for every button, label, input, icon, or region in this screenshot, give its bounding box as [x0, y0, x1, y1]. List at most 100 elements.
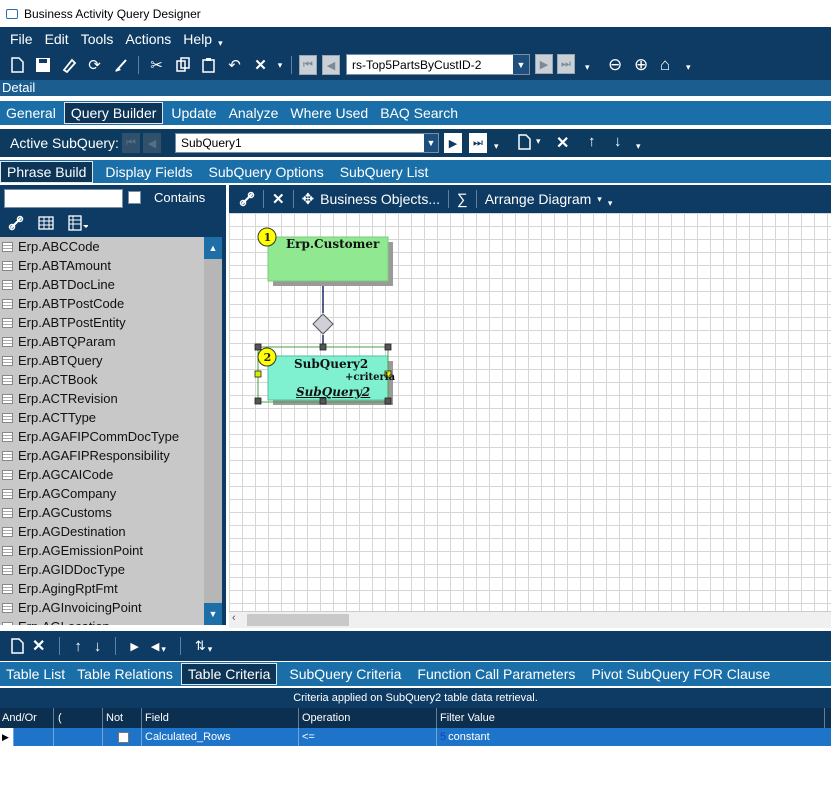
col-paren[interactable]: ( [54, 708, 103, 728]
list-item[interactable]: Erp.ABTQuery [0, 351, 204, 370]
home-icon[interactable]: ⌂ [660, 55, 670, 75]
tab-display-fields[interactable]: Display Fields [99, 160, 198, 184]
query-diagram-canvas[interactable]: 1 Erp.Customer 2 SubQuery2 +criteria Sub… [229, 213, 831, 611]
new-subquery-dropdown-icon[interactable]: ▾ [536, 136, 541, 147]
tab-analyze[interactable]: Analyze [223, 101, 285, 125]
criteria-row[interactable]: ▶ Calculated_Rows <= 5 constant [0, 728, 831, 746]
move-down-icon[interactable]: ↓ [94, 638, 102, 655]
move-up-icon[interactable]: ↑ [588, 133, 596, 150]
subquery-overflow-icon[interactable]: ▾ [494, 141, 499, 152]
indent-left-icon[interactable]: ◀ [151, 640, 159, 653]
move-down-icon[interactable]: ↓ [614, 133, 622, 150]
diagram-overflow-icon[interactable]: ▾ [608, 198, 613, 209]
list-item[interactable]: Erp.AGDestination [0, 522, 204, 541]
record-selector-combo[interactable]: rs-Top5PartsByCustID-2 ▼ [346, 54, 530, 75]
cut-icon[interactable]: ✂ [146, 56, 167, 74]
subquery-combo[interactable]: SubQuery1 ▼ [175, 133, 439, 153]
cell-field[interactable]: Calculated_Rows [142, 728, 299, 746]
tab-subquery-criteria[interactable]: SubQuery Criteria [283, 662, 407, 686]
menu-tools[interactable]: Tools [75, 31, 120, 47]
cell-filter-value[interactable]: 5 constant [437, 728, 825, 746]
row-selector-icon[interactable]: ▶ [0, 728, 14, 746]
col-filter-value[interactable]: Filter Value [437, 708, 825, 728]
business-objects-button[interactable]: Business Objects... [320, 191, 440, 207]
connection-handle[interactable] [254, 370, 262, 378]
list-item[interactable]: Erp.ACTBook [0, 370, 204, 389]
new-subquery-icon[interactable] [517, 134, 531, 150]
indent-dropdown-icon[interactable]: ▾ [161, 644, 166, 655]
delete-dropdown-icon[interactable]: ▾ [276, 60, 284, 71]
list-item[interactable]: Erp.AGInvoicingPoint [0, 598, 204, 617]
not-checkbox[interactable] [117, 731, 129, 743]
paste-icon[interactable] [198, 57, 219, 73]
menu-help[interactable]: Help [177, 31, 218, 47]
link-icon[interactable] [8, 215, 24, 231]
list-item[interactable]: Erp.AGEmissionPoint [0, 541, 204, 560]
list-item[interactable]: Erp.ABTPostEntity [0, 313, 204, 332]
scroll-left-icon[interactable]: ‹ [232, 612, 236, 624]
chevron-down-icon[interactable]: ▼ [513, 55, 529, 74]
col-field[interactable]: Field [142, 708, 299, 728]
tab-update[interactable]: Update [165, 101, 222, 125]
tab-query-builder[interactable]: Query Builder [63, 102, 164, 124]
first-record-icon[interactable]: ⏮ [299, 55, 317, 75]
arrange-diagram-button[interactable]: Arrange Diagram [485, 191, 592, 207]
table-search-input[interactable] [4, 189, 123, 208]
indent-right-icon[interactable]: ▶ [130, 640, 138, 653]
table-view-icon[interactable] [68, 215, 88, 231]
sort-icon[interactable]: ⇅ [195, 638, 206, 654]
tab-baq-search[interactable]: BAQ Search [374, 101, 464, 125]
cell-operation[interactable]: <= [299, 728, 437, 746]
list-item[interactable]: Erp.AGCustoms [0, 503, 204, 522]
forward-icon[interactable]: ⊕ [634, 55, 648, 75]
list-item[interactable]: Erp.ABTDocLine [0, 275, 204, 294]
list-item[interactable]: Erp.AGAFIPCommDocType [0, 427, 204, 446]
tab-general[interactable]: General [0, 101, 62, 125]
subquery-last-icon[interactable]: ⏭ [469, 133, 487, 153]
tab-table-list[interactable]: Table List [0, 662, 71, 686]
chevron-down-icon[interactable]: ▼ [424, 134, 438, 152]
new-icon[interactable] [6, 57, 27, 73]
new-icon[interactable] [10, 638, 24, 654]
tab-subquery-options[interactable]: SubQuery Options [203, 160, 330, 184]
cell-not[interactable] [103, 728, 142, 746]
subquery-tools-overflow-icon[interactable]: ▾ [636, 141, 641, 152]
refresh-icon[interactable]: ⟳ [84, 56, 105, 74]
back-icon[interactable]: ⊖ [608, 55, 622, 75]
subquery-prev-icon[interactable]: ◀ [143, 133, 161, 153]
last-record-icon[interactable]: ⏭ [557, 54, 575, 74]
attach-icon[interactable] [58, 57, 79, 73]
menu-overflow-icon[interactable]: ▾ [218, 38, 223, 49]
list-item[interactable]: Erp.ABCCode [0, 237, 204, 256]
next-record-icon[interactable]: ▶ [535, 54, 553, 74]
list-item[interactable]: Erp.ACTType [0, 408, 204, 427]
list-item[interactable]: Erp.AGIDDocType [0, 560, 204, 579]
toolbar-overflow-icon[interactable]: ▾ [686, 62, 691, 73]
grid-view-icon[interactable] [38, 216, 54, 230]
list-item[interactable]: Erp.ABTPostCode [0, 294, 204, 313]
tab-function-call-parameters[interactable]: Function Call Parameters [411, 662, 581, 686]
undo-icon[interactable]: ↶ [224, 56, 245, 74]
link-icon[interactable] [239, 191, 255, 207]
list-item[interactable]: Erp.AGCAICode [0, 465, 204, 484]
cell-paren[interactable] [54, 728, 103, 746]
clear-icon[interactable] [110, 57, 131, 73]
sort-dropdown-icon[interactable]: ▾ [208, 644, 213, 655]
copy-icon[interactable] [172, 57, 193, 73]
tab-phrase-build[interactable]: Phrase Build [0, 160, 94, 183]
scroll-thumb[interactable] [247, 614, 349, 626]
list-item[interactable]: Erp.ABTQParam [0, 332, 204, 351]
tab-subquery-list[interactable]: SubQuery List [334, 160, 435, 184]
canvas-hscrollbar[interactable]: ‹ [229, 611, 831, 628]
col-not[interactable]: Not [103, 708, 142, 728]
menu-file[interactable]: File [4, 31, 39, 47]
nav-overflow-icon[interactable]: ▾ [585, 62, 590, 73]
list-item[interactable]: Erp.AgingRptFmt [0, 579, 204, 598]
menu-actions[interactable]: Actions [119, 31, 177, 47]
delete-icon[interactable]: ✕ [32, 636, 45, 656]
delete-icon[interactable]: ✕ [250, 56, 271, 74]
cell-and-or[interactable] [14, 728, 54, 746]
delete-icon[interactable]: ✕ [272, 190, 285, 208]
tab-pivot-subquery[interactable]: Pivot SubQuery FOR Clause [585, 662, 776, 686]
arrange-dropdown-icon[interactable]: ▾ [597, 194, 602, 205]
